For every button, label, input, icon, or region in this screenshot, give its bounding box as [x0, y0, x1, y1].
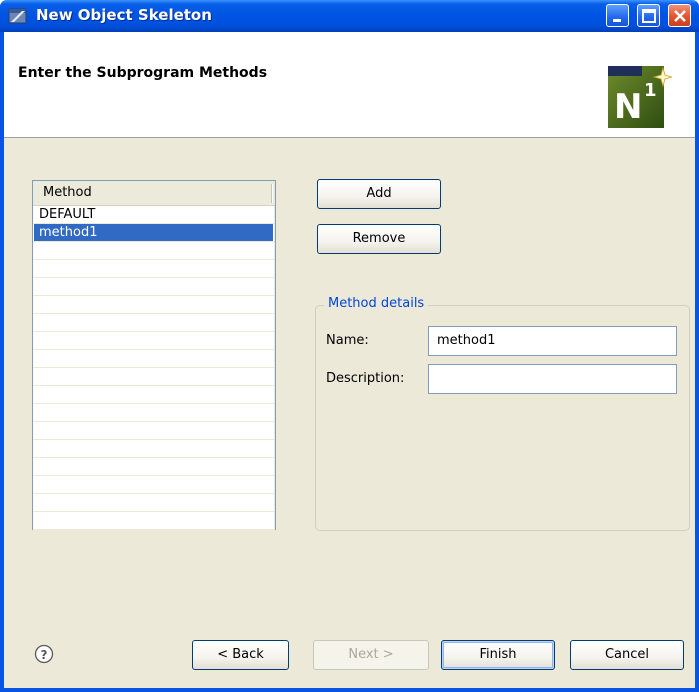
window-title: New Object Skeleton: [36, 6, 212, 24]
table-row[interactable]: [33, 494, 275, 512]
row-column-line: [274, 422, 275, 440]
column-separator-highlight: [272, 184, 273, 203]
next-button[interactable]: Next >: [313, 640, 429, 670]
row-column-line: [274, 512, 275, 530]
table-header[interactable]: Method: [33, 181, 275, 206]
svg-text:?: ?: [41, 648, 48, 662]
back-button[interactable]: < Back: [192, 640, 289, 670]
row-column-line: [274, 206, 275, 224]
table-row[interactable]: [33, 260, 275, 278]
maximize-button[interactable]: [637, 4, 660, 27]
table-row[interactable]: [33, 278, 275, 296]
table-row[interactable]: [33, 368, 275, 386]
minimize-icon: [613, 19, 621, 22]
table-row[interactable]: [33, 476, 275, 494]
row-column-line: [274, 476, 275, 494]
table-row[interactable]: [33, 350, 275, 368]
row-column-line: [274, 296, 275, 314]
name-label: Name:: [326, 333, 369, 348]
row-column-line: [274, 260, 275, 278]
help-icon[interactable]: ?: [34, 644, 54, 664]
row-column-line: [274, 386, 275, 404]
table-row[interactable]: [33, 332, 275, 350]
row-column-line: [274, 494, 275, 512]
n1-logo-icon: N 1: [608, 66, 672, 128]
description-field[interactable]: [428, 364, 677, 394]
minimize-button[interactable]: [606, 4, 629, 27]
table-row[interactable]: method1: [33, 224, 275, 242]
dialog-client-area: Enter the Subprogram Methods N 1 Method: [4, 32, 695, 688]
table-row[interactable]: [33, 386, 275, 404]
add-button[interactable]: Add: [317, 179, 441, 209]
row-column-line: [274, 458, 275, 476]
row-column-line: [274, 404, 275, 422]
methods-table[interactable]: Method DEFAULT method1: [32, 180, 276, 530]
row-column-line: [274, 224, 275, 242]
table-row[interactable]: [33, 458, 275, 476]
svg-text:N: N: [614, 87, 642, 127]
table-row[interactable]: [33, 296, 275, 314]
table-row[interactable]: [33, 422, 275, 440]
method-cell: DEFAULT: [39, 207, 96, 222]
svg-text:1: 1: [644, 80, 657, 101]
finish-button[interactable]: Finish: [441, 640, 555, 670]
title-bar[interactable]: New Object Skeleton: [0, 0, 699, 32]
row-column-line: [274, 440, 275, 458]
row-column-line: [274, 368, 275, 386]
header-banner: Enter the Subprogram Methods N 1: [4, 32, 695, 138]
table-row[interactable]: [33, 440, 275, 458]
row-column-line: [274, 242, 275, 260]
maximize-icon: [642, 9, 656, 23]
table-row[interactable]: [33, 512, 275, 530]
wizard-window-icon: [8, 8, 27, 24]
remove-button[interactable]: Remove: [317, 224, 441, 254]
table-row[interactable]: DEFAULT: [33, 206, 275, 224]
description-label: Description:: [326, 371, 405, 386]
page-title: Enter the Subprogram Methods: [18, 65, 268, 81]
table-row[interactable]: [33, 404, 275, 422]
close-icon: [674, 10, 686, 22]
row-column-line: [274, 350, 275, 368]
name-field[interactable]: method1: [428, 326, 677, 356]
row-column-line: [274, 278, 275, 296]
dialog-window: New Object Skeleton Enter the Subprogram…: [0, 0, 699, 692]
method-cell: method1: [39, 225, 98, 240]
table-body: DEFAULT method1: [33, 206, 275, 530]
row-column-line: [274, 332, 275, 350]
column-header-method[interactable]: Method: [43, 185, 92, 200]
row-column-line: [274, 314, 275, 332]
table-row[interactable]: [33, 242, 275, 260]
close-button[interactable]: [668, 4, 691, 27]
method-details-legend: Method details: [324, 296, 429, 311]
table-row[interactable]: [33, 314, 275, 332]
cancel-button[interactable]: Cancel: [570, 640, 684, 670]
